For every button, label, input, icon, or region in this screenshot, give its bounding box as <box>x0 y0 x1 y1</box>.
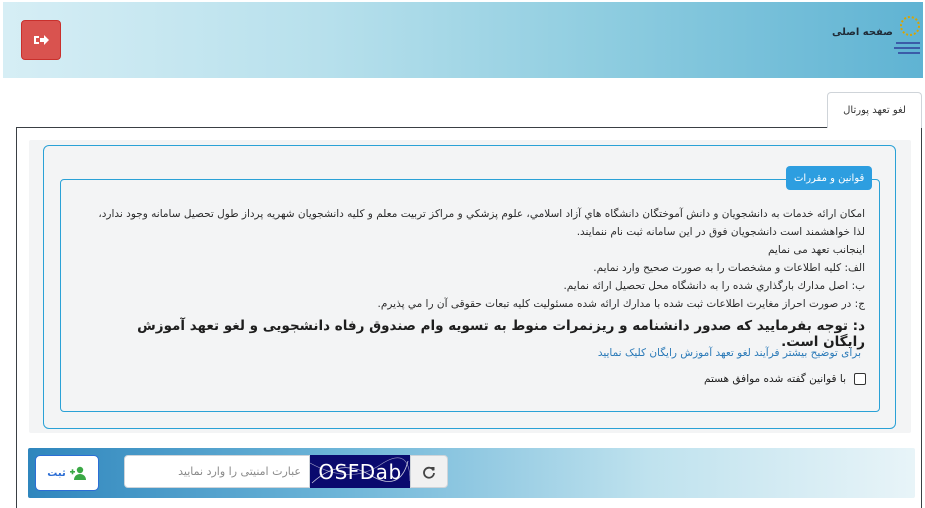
agree-label: با قوانین گفته شده موافق هستم <box>704 373 846 385</box>
page: صفحه اصلی لغو تعهد پورتال قوانین و مقررا… <box>0 0 925 508</box>
header-bar <box>3 2 923 78</box>
agree-row[interactable]: با قوانین گفته شده موافق هستم <box>676 370 866 388</box>
captcha-text: OSFDab <box>318 459 402 484</box>
captcha-refresh-button[interactable] <box>410 455 448 488</box>
refresh-icon <box>423 466 435 479</box>
user-plus-icon <box>69 466 86 480</box>
rules-text: امکان ارائه خدمات به دانشجویان و دانش آم… <box>90 205 865 313</box>
rules-paragraph: ب: اصل مدارك بارگذاري شده را به دانشگاه … <box>563 280 865 292</box>
agree-checkbox[interactable] <box>854 373 866 385</box>
register-button[interactable]: ثبت <box>35 455 99 491</box>
university-logo-icon <box>894 16 920 54</box>
rules-paragraph: ج: در صورت احراز مغایرت اطلاعات ثبت شده … <box>377 298 865 310</box>
home-link[interactable]: صفحه اصلی <box>832 27 893 38</box>
rules-legend: قوانین و مقررات <box>786 166 873 190</box>
sign-out-icon <box>34 35 49 45</box>
tab-label: لغو تعهد پورتال <box>843 105 906 116</box>
logout-button[interactable] <box>21 20 61 60</box>
tab-cancel-commitment[interactable]: لغو تعهد پورتال <box>827 92 922 128</box>
rules-paragraph: اینجانب تعهد می نمایم <box>767 244 865 256</box>
register-label: ثبت <box>47 467 66 479</box>
captcha-image: OSFDab <box>310 455 410 488</box>
info-link[interactable]: برای توضیح بیشتر فرآیند لغو تعهد آموزش ر… <box>545 347 861 359</box>
loan-notice: د: توجه بفرمایید که صدور دانشنامه و ریزن… <box>137 318 865 350</box>
captcha-input[interactable] <box>124 455 310 488</box>
rules-paragraph: امکان ارائه خدمات به دانشجویان و دانش آم… <box>98 208 865 238</box>
rules-paragraph: الف: کلیه اطلاعات و مشخصات را به صورت صح… <box>593 262 865 274</box>
